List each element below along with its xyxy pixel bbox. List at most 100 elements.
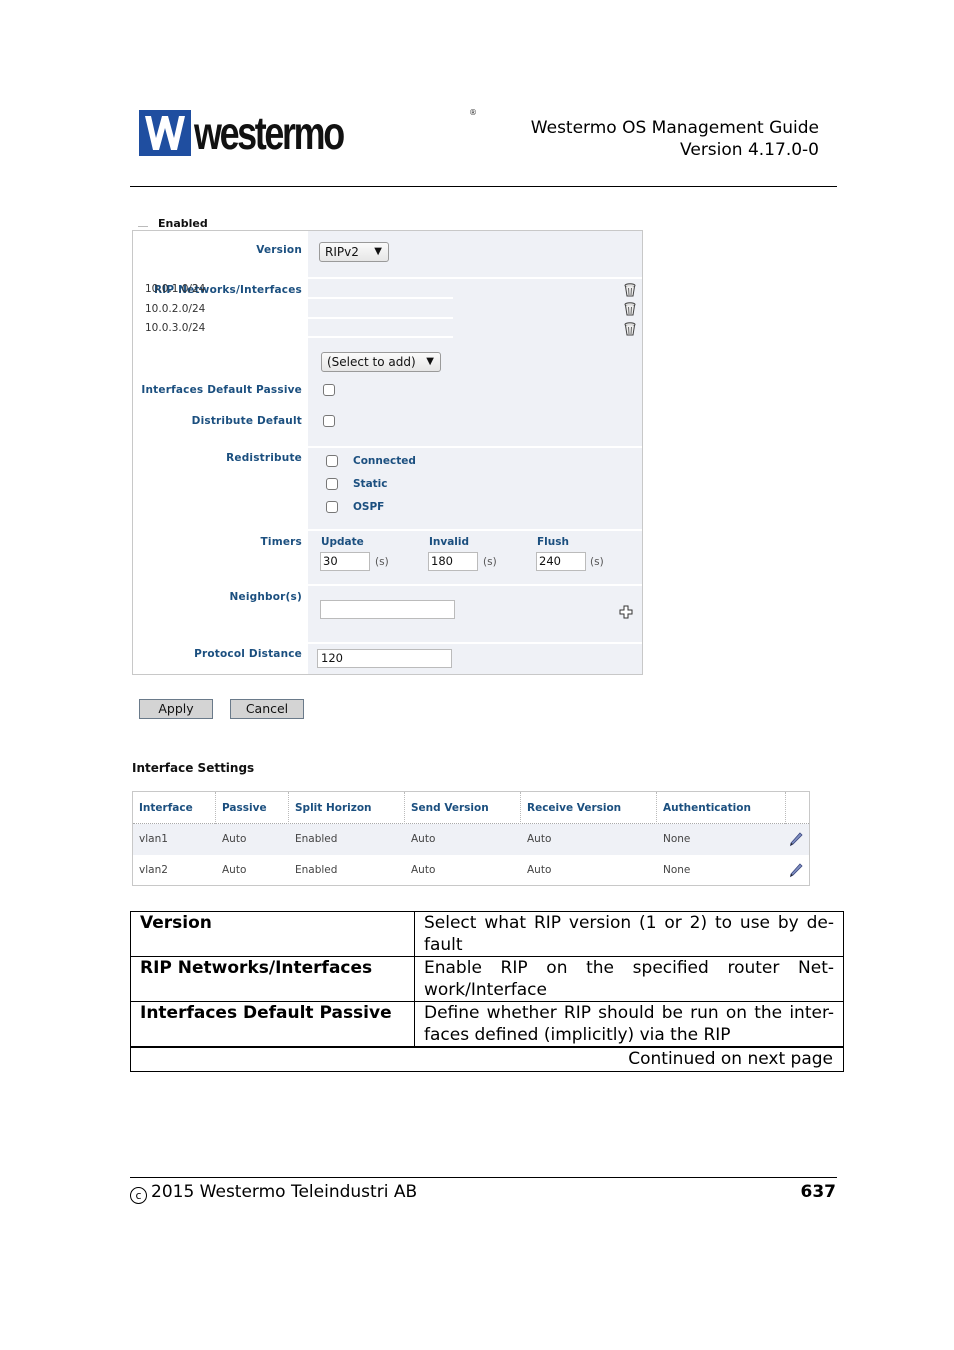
timer-invalid-input[interactable]: 180 xyxy=(428,552,478,571)
cell-interface: vlan2 xyxy=(139,864,168,876)
neighbors-label: Neighbor(s) xyxy=(229,591,302,603)
neighbor-input[interactable] xyxy=(320,600,455,619)
cell-authentication: None xyxy=(663,833,691,845)
dropdown-arrow-icon: ▼ xyxy=(374,246,382,257)
section-separator xyxy=(308,642,642,644)
redistribute-connected-label: Connected xyxy=(353,455,416,467)
section-separator xyxy=(308,446,642,448)
interfaces-default-passive-label: Interfaces Default Passive xyxy=(141,384,302,396)
copyright-icon: c xyxy=(130,1187,147,1204)
timers-label: Timers xyxy=(260,536,302,548)
doc-title-text: Westermo OS Management Guide xyxy=(530,118,819,138)
timer-flush-label: Flush xyxy=(537,536,569,548)
field-description-table: Version Select what RIP version (1 or 2)… xyxy=(130,911,844,1072)
trash-icon[interactable] xyxy=(624,283,636,297)
continued-note: Continued on next page xyxy=(130,1046,844,1072)
table-row: vlan1 Auto Enabled Auto Auto None xyxy=(133,824,809,855)
description-definition: Select what RIP version (1 or 2) to use … xyxy=(414,911,844,957)
header-rule xyxy=(130,186,837,187)
timer-update-unit: (s) xyxy=(375,556,389,568)
registered-mark: ® xyxy=(469,108,477,117)
distribute-default-label: Distribute Default xyxy=(191,415,302,427)
timer-update-label: Update xyxy=(321,536,364,548)
table-header-row: Interface Passive Split Horizon Send Ver… xyxy=(133,792,809,824)
edit-pencil-icon[interactable] xyxy=(789,832,803,847)
timer-invalid-unit: (s) xyxy=(483,556,497,568)
redistribute-connected-checkbox[interactable] xyxy=(326,455,338,467)
timer-flush-input[interactable]: 240 xyxy=(536,552,586,571)
redistribute-static-checkbox[interactable] xyxy=(326,478,338,490)
version-select[interactable]: RIPv2 ▼ xyxy=(319,242,389,262)
interfaces-default-passive-checkbox[interactable] xyxy=(323,384,335,396)
cell-authentication: None xyxy=(663,864,691,876)
westermo-logo: westermo ® xyxy=(139,107,477,159)
cell-split-horizon: Enabled xyxy=(295,864,338,876)
dropdown-arrow-icon: ▼ xyxy=(426,356,434,367)
network-list-item: 10.0.2.0/24 xyxy=(143,301,453,319)
copyright-text: 2015 Westermo Teleindustri AB xyxy=(151,1182,418,1202)
add-neighbor-plus-icon[interactable] xyxy=(619,605,633,619)
cell-passive: Auto xyxy=(222,864,247,876)
column-header-passive[interactable]: Passive xyxy=(216,792,289,824)
column-header-authentication[interactable]: Authentication xyxy=(657,792,786,824)
timer-invalid-label: Invalid xyxy=(429,536,470,548)
interface-settings-title: Interface Settings xyxy=(132,761,255,775)
cell-receive-version: Auto xyxy=(527,864,552,876)
network-list-item: 10.0.3.0/24 xyxy=(143,320,453,338)
interface-settings-table: Interface Passive Split Horizon Send Ver… xyxy=(132,791,810,886)
network-list-item: 10.0.1.0/24 xyxy=(143,281,453,299)
page-number: 637 xyxy=(800,1182,837,1202)
footer-copyright: c 2015 Westermo Teleindustri AB xyxy=(130,1182,417,1204)
trash-icon[interactable] xyxy=(624,322,636,336)
cell-send-version: Auto xyxy=(411,864,436,876)
apply-button[interactable]: Apply xyxy=(139,699,213,719)
network-address: 10.0.3.0/24 xyxy=(145,322,206,334)
cell-split-horizon: Enabled xyxy=(295,833,338,845)
redistribute-ospf-label: OSPF xyxy=(353,501,385,513)
cell-send-version: Auto xyxy=(411,833,436,845)
network-add-select[interactable]: (Select to add) ▼ xyxy=(321,352,441,372)
description-definition: Enable RIP on the specified router Net- … xyxy=(414,956,844,1002)
cell-interface: vlan1 xyxy=(139,833,168,845)
timer-update-input[interactable]: 30 xyxy=(320,552,370,571)
description-row: RIP Networks/Interfaces Enable RIP on th… xyxy=(130,956,844,1002)
distribute-default-checkbox[interactable] xyxy=(323,415,335,427)
cell-passive: Auto xyxy=(222,833,247,845)
section-separator xyxy=(308,584,642,586)
timer-flush-unit: (s) xyxy=(590,556,604,568)
network-address: 10.0.2.0/24 xyxy=(145,303,206,315)
edit-pencil-icon[interactable] xyxy=(789,863,803,878)
protocol-distance-label: Protocol Distance xyxy=(194,648,302,660)
protocol-distance-input[interactable]: 120 xyxy=(317,649,452,668)
table-row: vlan2 Auto Enabled Auto Auto None xyxy=(133,855,809,886)
enabled-field-clipped: Enabled xyxy=(138,216,218,228)
enabled-label-clipped: Enabled xyxy=(158,217,208,228)
description-definition: Define whether RIP should be run on the … xyxy=(414,1001,844,1048)
doc-version-text: Version 4.17.0-0 xyxy=(680,140,819,160)
cell-receive-version: Auto xyxy=(527,833,552,845)
redistribute-ospf-checkbox[interactable] xyxy=(326,501,338,513)
section-separator xyxy=(308,277,642,279)
continued-row: Continued on next page xyxy=(130,1046,844,1072)
logo-w-icon xyxy=(139,110,191,156)
column-header-receive-version[interactable]: Receive Version xyxy=(521,792,657,824)
column-header-send-version[interactable]: Send Version xyxy=(405,792,521,824)
column-header-interface[interactable]: Interface xyxy=(133,792,216,824)
column-header-split-horizon[interactable]: Split Horizon xyxy=(289,792,405,824)
trash-icon[interactable] xyxy=(624,302,636,316)
network-address: 10.0.1.0/24 xyxy=(145,283,206,295)
logo-wordmark: westermo xyxy=(194,107,345,159)
description-row: Interfaces Default Passive Define whethe… xyxy=(130,1001,844,1048)
redistribute-label: Redistribute xyxy=(226,452,302,464)
redistribute-static-label: Static xyxy=(353,478,388,490)
description-term: Interfaces Default Passive xyxy=(130,1001,415,1048)
enabled-checkbox-clipped xyxy=(138,226,148,227)
section-separator xyxy=(308,529,642,531)
description-term: RIP Networks/Interfaces xyxy=(130,956,415,1002)
version-label: Version xyxy=(256,244,302,256)
version-select-value: RIPv2 xyxy=(325,245,359,259)
network-add-select-value: (Select to add) xyxy=(327,355,416,369)
description-term: Version xyxy=(130,911,415,957)
cancel-button[interactable]: Cancel xyxy=(230,699,304,719)
footer-rule xyxy=(130,1177,837,1178)
